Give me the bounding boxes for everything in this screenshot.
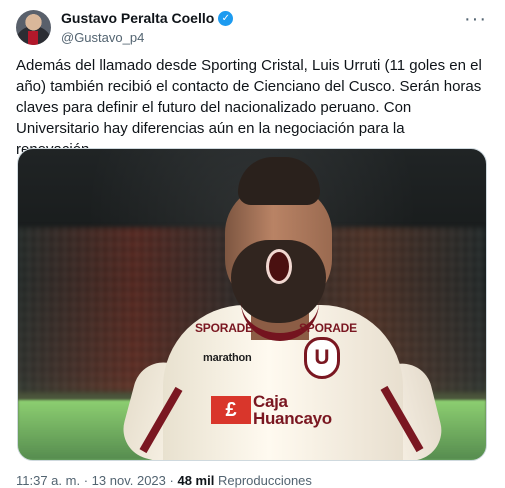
metadata-separator-2: ·	[169, 473, 174, 488]
tweet-metadata: 11:37 a. m. · 13 nov. 2023 · 48 mil Repr…	[16, 473, 312, 488]
player-open-mouth	[266, 249, 292, 284]
tweet-text: Además del llamado desde Sporting Crista…	[16, 57, 482, 158]
verified-badge-icon: ✓	[218, 10, 234, 26]
author-handle[interactable]: @Gustavo_p4	[61, 30, 144, 45]
views-label: Reproducciones	[217, 473, 312, 488]
player-hair	[238, 157, 320, 205]
left-sponsor-logo: SPORADE	[195, 321, 253, 335]
views-count: 48 mil	[177, 473, 215, 488]
bank-logo-icon: £	[211, 396, 251, 424]
author-avatar[interactable]	[16, 10, 51, 45]
bank-sponsor-line-2: Huancayo	[253, 409, 332, 428]
bank-sponsor-text: Caja Huancayo	[253, 393, 332, 427]
club-crest-icon: U	[304, 337, 340, 379]
tweet-image[interactable]: SPORADE SPORADE marathon U £ Caja Huanca…	[17, 148, 487, 461]
tweet-date[interactable]: 13 nov. 2023	[92, 473, 166, 488]
author-name-row: Gustavo Peralta Coello ✓	[61, 10, 234, 26]
tweet-time[interactable]: 11:37 a. m.	[16, 473, 80, 488]
marathon-logo: marathon	[203, 352, 252, 364]
tweet-card: Gustavo Peralta Coello ✓ @Gustavo_p4 ···…	[0, 0, 505, 488]
right-sponsor-logo: SPORADE	[299, 321, 357, 335]
football-player-image: SPORADE SPORADE marathon U £ Caja Huanca…	[116, 157, 448, 460]
author-display-name[interactable]: Gustavo Peralta Coello	[61, 10, 214, 26]
more-options-icon[interactable]: ···	[464, 8, 487, 31]
metadata-separator: ·	[83, 473, 89, 488]
